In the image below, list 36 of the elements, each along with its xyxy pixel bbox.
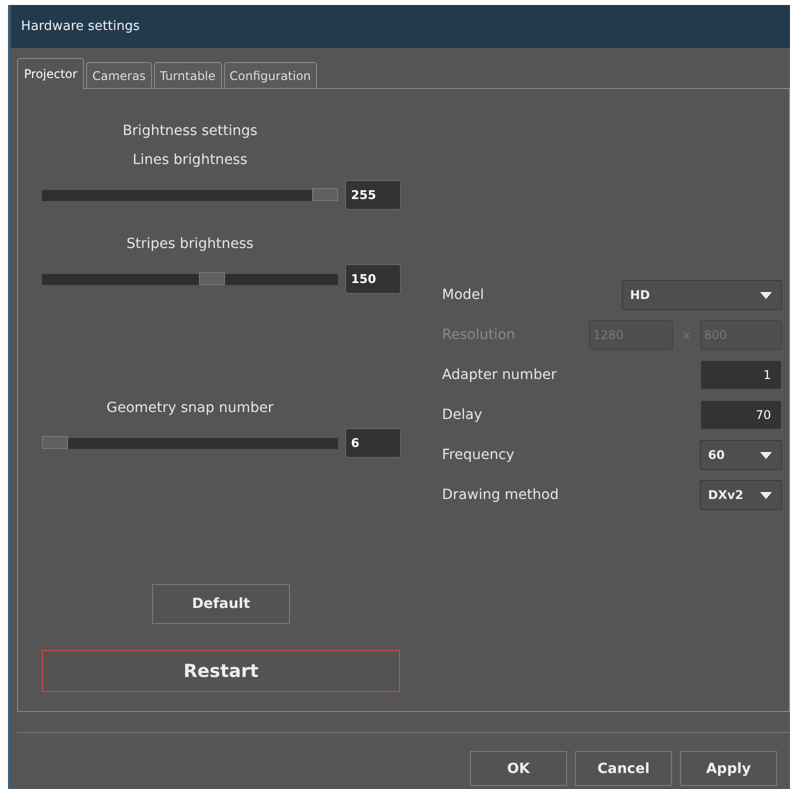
dialog-button[interactable]: OK [470,751,567,786]
input-field[interactable]: 1 [700,360,782,390]
tab[interactable]: Turntable [154,62,222,88]
default-button[interactable]: Default [152,584,290,624]
tab[interactable]: Cameras [86,62,152,88]
tab[interactable]: Configuration [224,62,317,88]
caret-icon [760,492,772,498]
dropdown[interactable]: 60 [700,440,782,470]
slider-track[interactable] [42,190,338,200]
value-field[interactable]: 6 [345,428,401,458]
tab[interactable]: Projector [17,58,84,89]
slider-label: Geometry snap number [106,400,274,416]
value-field[interactable]: 255 [345,180,401,210]
slider-label: Stripes brightness [125,236,255,252]
setting-label: Model [442,287,486,303]
slider-track[interactable] [42,274,338,284]
dialog-button[interactable]: Cancel [575,751,672,786]
section-heading: Brightness settings [122,123,258,139]
caret-icon [760,292,772,298]
slider-label: Lines brightness [132,152,248,168]
slider-thumb[interactable] [198,272,225,284]
setting-label: Drawing method [442,487,560,503]
slider-thumb[interactable] [312,188,338,200]
value-field[interactable]: 150 [345,264,401,294]
dialog-button[interactable]: Apply [680,751,777,786]
input-field[interactable]: 70 [700,400,782,430]
setting-label: Frequency [442,447,516,463]
dropdown[interactable]: DXv2 [700,480,782,510]
restart-button[interactable]: Restart [42,650,400,692]
slider-track[interactable] [42,438,338,448]
dropdown[interactable]: HD [622,280,782,310]
caret-icon [760,452,772,458]
setting-label: Adapter number [442,367,558,383]
window-title: Hardware settings [11,5,790,48]
slider-thumb[interactable] [42,436,68,448]
setting-label: Delay [442,407,484,423]
